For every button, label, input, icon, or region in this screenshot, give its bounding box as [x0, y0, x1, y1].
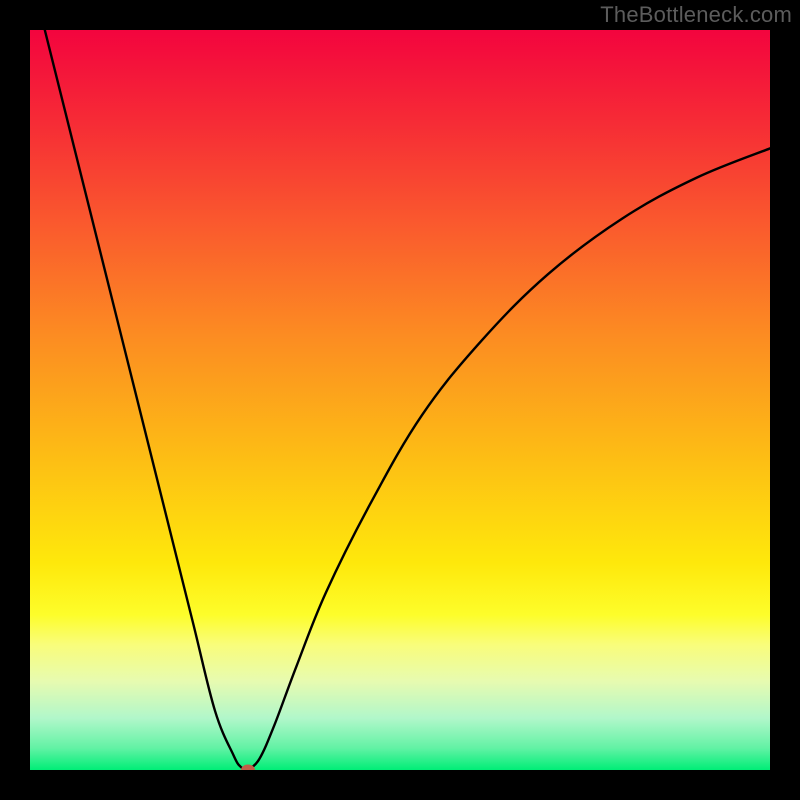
curve-layer [30, 30, 770, 770]
plot-area [30, 30, 770, 770]
minimum-marker [241, 765, 255, 771]
watermark-text: TheBottleneck.com [600, 2, 792, 28]
curve-right-branch [248, 148, 770, 770]
curve-left-branch [45, 30, 249, 770]
chart-container: TheBottleneck.com [0, 0, 800, 800]
